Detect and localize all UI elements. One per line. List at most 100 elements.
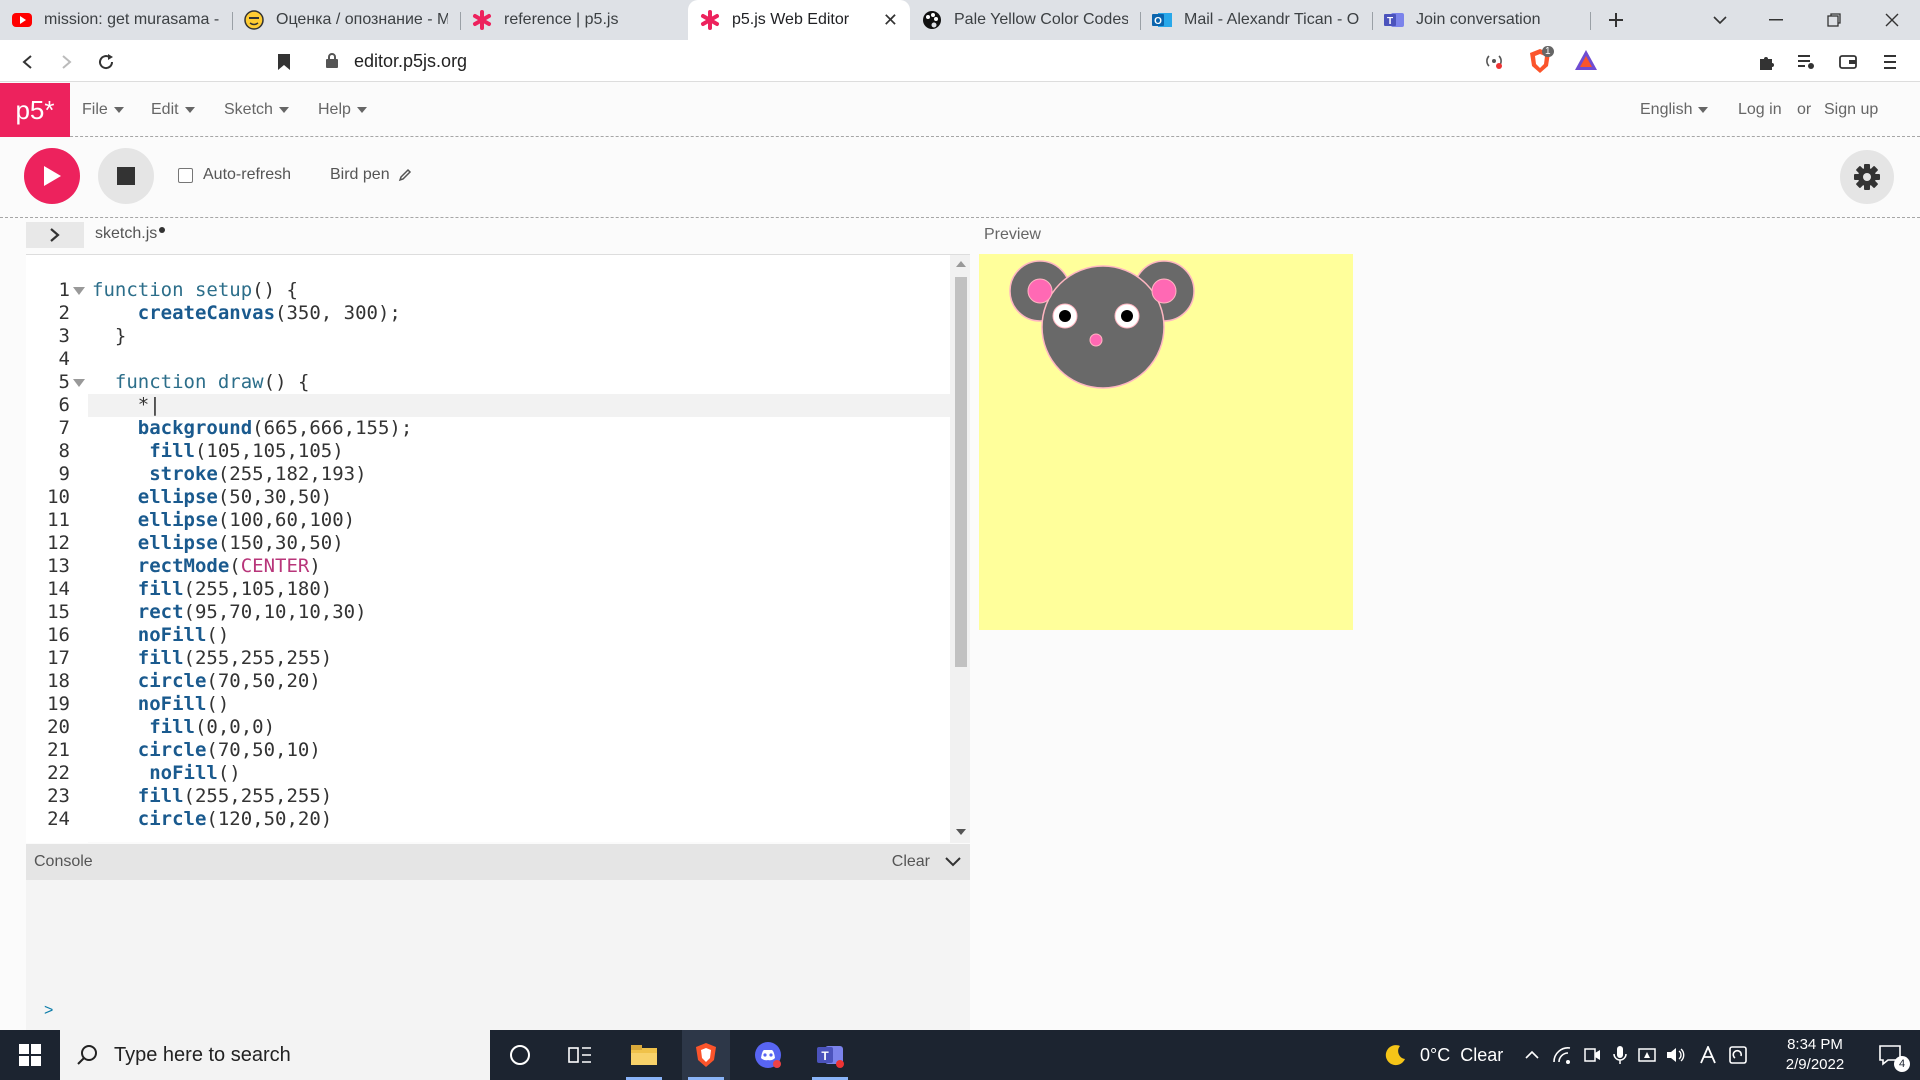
console-prompt[interactable]: >	[44, 1002, 53, 1020]
code-line[interactable]: noFill()	[92, 693, 230, 716]
code-line[interactable]: rect(95,70,10,10,30)	[92, 601, 367, 624]
code-line[interactable]: noFill()	[92, 624, 230, 647]
new-tab-button[interactable]	[1588, 0, 1644, 40]
forward-arrow-icon[interactable]	[50, 46, 82, 78]
meet-now-icon[interactable]	[1580, 1030, 1604, 1080]
console-output[interactable]: >	[26, 880, 970, 1030]
restore-button[interactable]	[1806, 0, 1862, 40]
line-number: 1	[58, 279, 70, 301]
fold-arrow-icon[interactable]	[73, 379, 85, 387]
menu-help[interactable]: Help	[318, 83, 367, 137]
menu-sketch[interactable]: Sketch	[224, 83, 289, 137]
scroll-down-icon[interactable]	[956, 829, 966, 835]
brave-browser-icon[interactable]	[682, 1030, 730, 1080]
code-line[interactable]: }	[92, 325, 126, 348]
stop-button[interactable]	[98, 148, 154, 204]
close-tab-icon[interactable]: ✕	[883, 10, 898, 31]
code-line[interactable]: fill(105,105,105)	[92, 440, 343, 463]
menu-edit[interactable]: Edit	[151, 83, 195, 137]
auto-refresh-toggle[interactable]: Auto-refresh	[178, 166, 291, 184]
menu-file[interactable]: File	[82, 83, 124, 137]
code-line[interactable]: fill(255,255,255)	[92, 647, 332, 670]
brave-shield-icon[interactable]: 1	[1528, 46, 1554, 74]
teams-taskbar-icon[interactable]: T	[806, 1030, 854, 1080]
code-line[interactable]: circle(70,50,10)	[92, 739, 321, 762]
network-icon[interactable]	[1550, 1030, 1574, 1080]
notification-center-icon[interactable]: 4	[1866, 1030, 1914, 1080]
onedrive-sync-icon[interactable]	[1726, 1030, 1750, 1080]
sketch-preview-canvas[interactable]	[979, 254, 1353, 630]
code-line[interactable]: ellipse(50,30,50)	[92, 486, 332, 509]
code-line[interactable]: function setup() {	[92, 279, 298, 302]
bookmark-icon[interactable]	[268, 46, 300, 78]
code-line[interactable]: fill(255,255,255)	[92, 785, 332, 808]
cortana-icon[interactable]	[496, 1030, 544, 1080]
login-link[interactable]: Log in	[1738, 83, 1782, 137]
code-line[interactable]: function draw() {	[92, 371, 310, 394]
browser-tab-outlook[interactable]: O Mail - Alexandr Tican - Out	[1140, 0, 1372, 40]
browser-tab-mo[interactable]: Оценка / опознание - Mo	[232, 0, 460, 40]
code-editor[interactable]: 1 2 3 4 5 6 7 8 9 10 11 12 13 14 15 16 17 18 19 20 21 22 23 24 …	[26, 254, 970, 843]
wallet-icon[interactable]	[1832, 46, 1864, 78]
fold-arrow-icon[interactable]	[73, 287, 85, 295]
left-pupil	[1059, 310, 1071, 322]
task-view-icon[interactable]	[556, 1030, 604, 1080]
play-button[interactable]	[24, 148, 80, 204]
auto-refresh-checkbox[interactable]	[178, 167, 193, 183]
settings-button[interactable]	[1840, 150, 1894, 204]
teams-icon: T	[1384, 10, 1404, 30]
line-number: 19	[47, 693, 70, 715]
browser-tab-teams[interactable]: T Join conversation	[1372, 0, 1590, 40]
code-line[interactable]: *|	[92, 394, 161, 417]
close-window-button[interactable]	[1864, 0, 1920, 40]
code-line[interactable]: createCanvas(350, 300);	[92, 302, 401, 325]
broadcast-icon[interactable]	[1484, 51, 1504, 71]
weather-widget[interactable]: 0°C Clear	[1384, 1030, 1503, 1080]
extensions-puzzle-icon[interactable]	[1750, 46, 1782, 78]
code-line[interactable]: background(665,666,155);	[92, 417, 413, 440]
taskbar-search-box[interactable]: Type here to search	[60, 1030, 490, 1080]
system-clock[interactable]: 8:34 PM 2/9/2022	[1760, 1035, 1870, 1075]
code-line[interactable]: stroke(255,182,193)	[92, 463, 366, 486]
media-playlist-icon[interactable]	[1790, 46, 1822, 78]
file-tab[interactable]: sketch.js	[95, 225, 166, 243]
browser-tab-youtube[interactable]: mission: get murasama - Yo	[0, 0, 232, 40]
windows-start-icon[interactable]	[0, 1030, 60, 1080]
brave-rewards-icon[interactable]	[1574, 49, 1598, 71]
language-select[interactable]: English	[1640, 83, 1709, 137]
code-line[interactable]: circle(120,50,20)	[92, 808, 332, 831]
line-number: 15	[47, 601, 70, 623]
scroll-up-icon[interactable]	[956, 261, 966, 267]
browser-tab-p5-reference[interactable]: reference | p5.js	[460, 0, 688, 40]
minimize-button[interactable]	[1748, 0, 1804, 40]
microphone-icon[interactable]	[1608, 1030, 1632, 1080]
input-language-icon[interactable]	[1696, 1030, 1720, 1080]
reload-icon[interactable]	[90, 46, 122, 78]
back-arrow-icon[interactable]	[12, 46, 44, 78]
sketch-name[interactable]: Bird pen	[330, 166, 412, 184]
discord-icon[interactable]	[744, 1030, 792, 1080]
signup-link[interactable]: Sign up	[1824, 83, 1878, 137]
browser-tab-colors[interactable]: Pale Yellow Color Codes - T	[910, 0, 1140, 40]
p5-logo[interactable]: p5*	[0, 83, 70, 137]
code-line[interactable]: circle(70,50,20)	[92, 670, 321, 693]
address-bar[interactable]: editor.p5js.org	[300, 44, 1610, 78]
code-line[interactable]: rectMode(CENTER)	[92, 555, 321, 578]
chevron-down-icon[interactable]	[944, 856, 962, 868]
code-line[interactable]: ellipse(100,60,100)	[92, 509, 355, 532]
tab-search-chevron-icon[interactable]	[1692, 0, 1748, 40]
sidebar-toggle-button[interactable]	[26, 222, 84, 248]
scrollbar-thumb[interactable]	[955, 277, 967, 667]
battery-warning-icon[interactable]	[1636, 1030, 1660, 1080]
editor-scrollbar[interactable]	[950, 255, 970, 843]
code-line[interactable]: fill(0,0,0)	[92, 716, 275, 739]
browser-tab-p5-editor[interactable]: p5.js Web Editor ✕	[688, 0, 910, 40]
browser-menu-icon[interactable]	[1874, 46, 1906, 78]
console-clear-button[interactable]: Clear	[892, 853, 930, 871]
file-explorer-icon[interactable]	[620, 1030, 668, 1080]
volume-icon[interactable]	[1664, 1030, 1688, 1080]
code-line[interactable]: fill(255,105,180)	[92, 578, 332, 601]
code-line[interactable]: ellipse(150,30,50)	[92, 532, 344, 555]
chevron-up-icon[interactable]	[1520, 1030, 1544, 1080]
code-line[interactable]: noFill()	[92, 762, 241, 785]
